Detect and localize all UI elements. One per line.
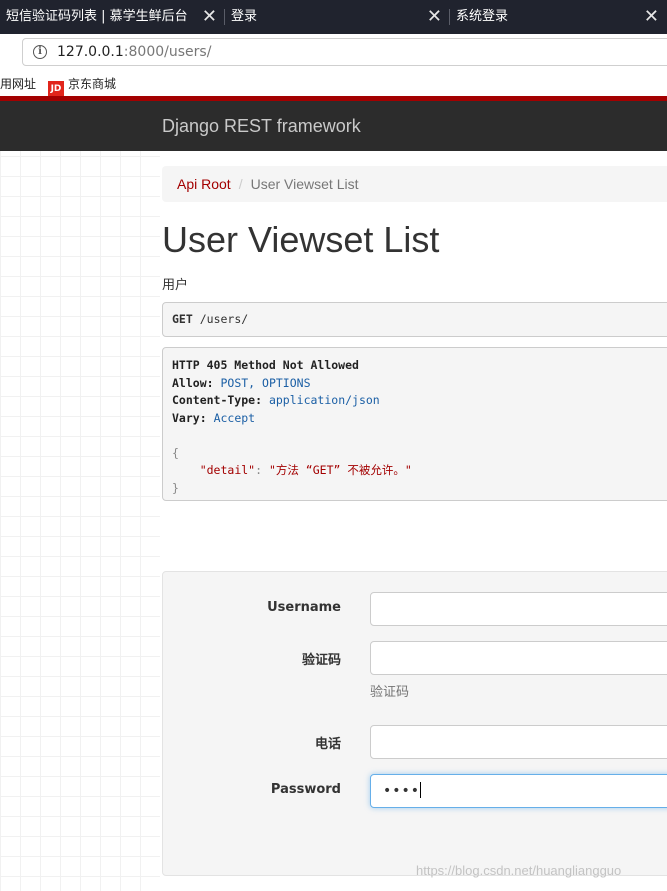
text-caret <box>420 782 422 798</box>
content-type-value: application/json <box>268 393 380 407</box>
address-bar: i 127.0.0.1:8000/users/ <box>0 34 667 70</box>
brand-link[interactable]: Django REST framework <box>162 116 361 137</box>
page-description: 用户 <box>162 278 189 293</box>
password-input[interactable]: •••• <box>370 774 667 808</box>
request-method: GET <box>172 312 193 326</box>
navbar: Django REST framework <box>0 96 667 151</box>
close-icon[interactable]: ✕ <box>202 0 217 34</box>
password-value: •••• <box>383 782 422 799</box>
code-input[interactable] <box>370 641 667 675</box>
json-open-brace: { <box>172 445 179 460</box>
response-status: HTTP 405 Method Not Allowed <box>172 358 359 372</box>
response-info: HTTP 405 Method Not Allowed Allow: POST,… <box>162 347 667 501</box>
bookmark-label: 京东商城 <box>68 77 117 91</box>
mobile-label: 电话 <box>314 737 341 752</box>
allow-key: Allow: <box>172 375 214 390</box>
password-label: Password <box>270 782 341 797</box>
breadcrumb-api-root[interactable]: Api Root <box>177 176 231 192</box>
code-help-text: 验证码 <box>370 685 410 700</box>
breadcrumb-separator: / <box>238 176 243 192</box>
post-form: Username 验证码 验证码 电话 Password •••• <box>162 571 667 876</box>
tab-sms-list[interactable]: 短信验证码列表 | 慕学生鲜后台 ✕ <box>0 0 225 34</box>
close-icon[interactable]: ✕ <box>427 0 442 34</box>
password-mask: •••• <box>383 783 421 799</box>
allow-value: POST, OPTIONS <box>220 375 311 390</box>
tab-system-login[interactable]: 系统登录 ✕ <box>450 0 667 34</box>
tab-label: 短信验证码列表 | 慕学生鲜后台 <box>6 9 188 24</box>
json-colon: : <box>255 463 269 477</box>
tab-label: 登录 <box>231 9 258 24</box>
page-content: Django REST framework Api Root / User View… <box>0 96 667 891</box>
breadcrumb: Api Root / User Viewset List <box>162 166 667 202</box>
url-input[interactable]: i 127.0.0.1:8000/users/ <box>22 38 667 66</box>
request-info: GET /users/ <box>162 302 667 337</box>
url-text: 127.0.0.1:8000/users/ <box>57 44 211 60</box>
tab-label: 系统登录 <box>456 9 509 24</box>
mobile-input[interactable] <box>370 725 667 759</box>
watermark: https://blog.csdn.net/huangliangguo <box>416 863 622 878</box>
browser-tab-bar: 短信验证码列表 | 慕学生鲜后台 ✕ 登录 ✕ 系统登录 ✕ <box>0 0 667 34</box>
username-input[interactable] <box>370 592 667 626</box>
username-label: Username <box>267 600 341 615</box>
info-icon[interactable]: i <box>33 45 47 59</box>
url-host: 127.0.0.1 <box>57 44 124 60</box>
json-key: "detail" <box>199 463 256 477</box>
bookmarks-bar: 用网址 JD 京东商城 <box>0 70 667 97</box>
bookmark-common-sites[interactable]: 用网址 <box>0 75 36 92</box>
page-title: User Viewset List <box>162 219 440 260</box>
vary-value: Accept <box>213 410 256 425</box>
content-type-key: Content-Type: <box>172 393 263 407</box>
close-icon[interactable]: ✕ <box>644 0 659 34</box>
json-value: "方法 “GET” 不被允许。" <box>268 463 412 477</box>
vary-key: Vary: <box>172 410 207 425</box>
bookmark-jd[interactable]: JD 京东商城 <box>48 75 116 97</box>
url-path: :8000/users/ <box>123 44 212 60</box>
code-label: 验证码 <box>301 653 341 668</box>
jd-logo-icon: JD <box>48 81 64 97</box>
json-close-brace: } <box>172 480 179 495</box>
request-path: /users/ <box>199 312 249 326</box>
breadcrumb-current: User Viewset List <box>250 176 359 192</box>
tab-login[interactable]: 登录 ✕ <box>225 0 450 34</box>
